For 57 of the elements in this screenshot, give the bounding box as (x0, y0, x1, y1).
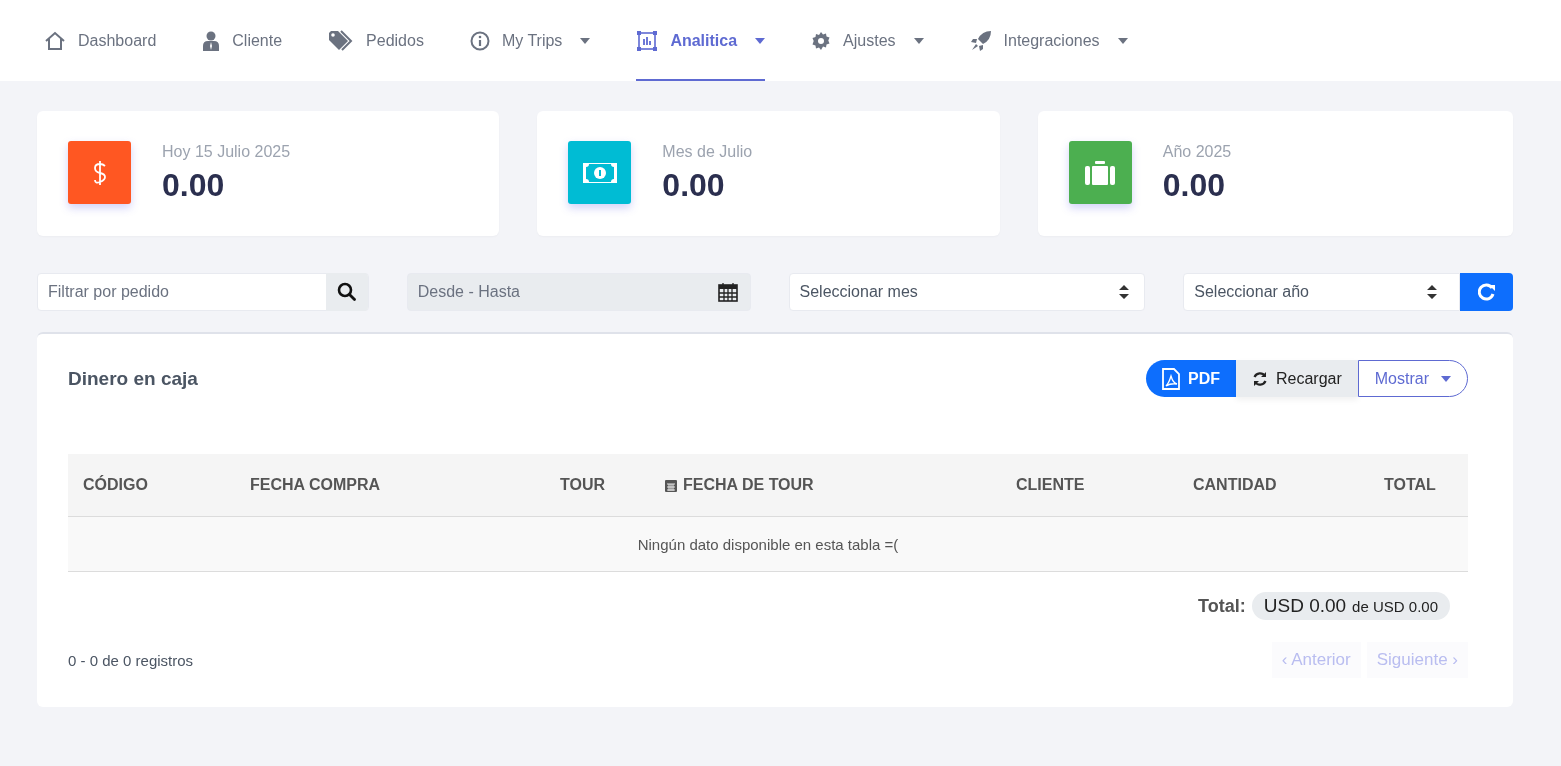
column-header: FECHA COMPRA (250, 476, 382, 494)
column-header: TOUR (560, 476, 607, 494)
stat-label: Año 2025 (1162, 143, 1232, 161)
panel-title: Dinero en caja (68, 367, 198, 390)
calendar-icon (717, 282, 738, 302)
search-button[interactable] (325, 273, 368, 311)
dollar-icon (91, 159, 108, 186)
total-amount: USD 0.00 (1263, 595, 1347, 617)
stat-label: Hoy 15 Julio 2025 (162, 143, 291, 161)
rocket-icon (969, 29, 992, 52)
caret-icon (1441, 375, 1451, 382)
show-dropdown-button[interactable]: Mostrar (1357, 360, 1468, 397)
order-search-input[interactable]: Filtrar por pedido (38, 283, 326, 301)
nav-tab[interactable]: Cliente (202, 0, 283, 81)
refresh-icon (1251, 370, 1268, 387)
caret-icon (1117, 37, 1128, 44)
toolbar-button[interactable]: PDF (1145, 360, 1236, 397)
search-icon (336, 282, 357, 302)
settings-icon (811, 30, 832, 51)
toolbar-button[interactable]: Recargar (1235, 360, 1358, 397)
calendar-icon (664, 477, 678, 493)
stat-label: Mes de Julio (662, 143, 753, 161)
stat-value: 0.00 (662, 167, 726, 204)
nav-tab[interactable]: Ajustes (811, 0, 924, 81)
month-select[interactable]: Seleccionar mes (788, 273, 1146, 311)
chart-icon (636, 29, 659, 52)
column-header: CÓDIGO (83, 476, 149, 494)
nav-tab[interactable]: Analitica (636, 0, 766, 81)
caret-icon (580, 37, 591, 44)
pdf-file-icon (1161, 367, 1180, 390)
column-header: TOTAL (1384, 476, 1437, 494)
sort-arrows-icon (1119, 284, 1130, 300)
home-icon (44, 30, 66, 51)
user-icon (202, 30, 221, 51)
column-header: CLIENTE (1016, 476, 1086, 494)
tags-icon (328, 29, 355, 52)
caret-icon (755, 37, 766, 44)
total-label: Total: (1198, 595, 1246, 617)
date-range-field[interactable]: Desde - Hasta (406, 273, 751, 311)
order-search-field[interactable]: Filtrar por pedido (37, 273, 369, 311)
stat-value: 0.00 (1162, 167, 1226, 204)
nav-tab[interactable]: My Trips (469, 0, 591, 81)
column-header: FECHA DE TOUR (664, 476, 1016, 494)
empty-table-message: Ningún dato disponible en esta tabla =( (637, 535, 899, 553)
nav-tab[interactable]: Pedidos (328, 0, 424, 81)
year-select[interactable]: Seleccionar año (1183, 273, 1460, 311)
refresh-icon (1477, 283, 1496, 301)
info-icon (469, 30, 490, 51)
records-count: 0 - 0 de 0 registros (68, 651, 194, 669)
refresh-button[interactable] (1460, 273, 1513, 311)
caret-icon (913, 37, 924, 44)
nav-tab[interactable]: Integraciones (969, 0, 1128, 81)
total-of-amount: de USD 0.00 (1352, 598, 1438, 615)
sort-arrows-icon (1427, 284, 1437, 300)
nav-tab[interactable]: Dashboard (44, 0, 157, 81)
stat-value: 0.00 (162, 167, 226, 204)
column-header: CANTIDAD (1193, 476, 1278, 494)
